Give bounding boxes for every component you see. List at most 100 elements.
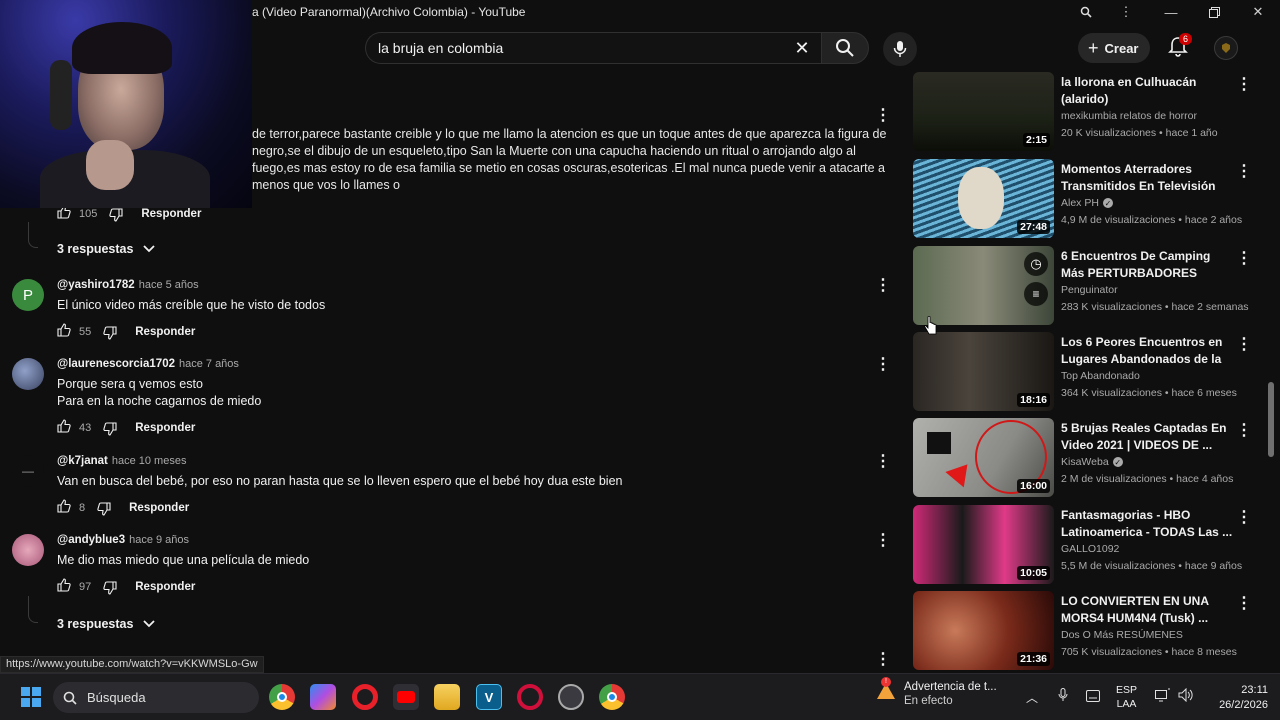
mic-icon[interactable] [1053, 688, 1073, 708]
windows-start-icon[interactable] [18, 684, 44, 710]
video-title[interactable]: 5 Brujas Reales Captadas En Video 2021 |… [1061, 420, 1233, 454]
search-input[interactable] [378, 40, 778, 56]
network-icon[interactable] [1153, 688, 1173, 708]
opera-icon[interactable] [352, 684, 378, 710]
comment-time[interactable]: hace 5 años [139, 279, 199, 291]
settings-icon[interactable] [558, 684, 584, 710]
reply-button[interactable]: Responder [141, 208, 201, 220]
video-channel[interactable]: KisaWeba ✓ [1061, 456, 1123, 468]
comment-menu-icon[interactable]: ⋮ [873, 277, 893, 297]
video-menu-icon[interactable]: ⋮ [1234, 595, 1254, 615]
video-thumbnail[interactable]: 27:48 [913, 159, 1054, 238]
video-menu-icon[interactable]: ⋮ [1234, 76, 1254, 96]
language-indicator[interactable]: ESP LAA [1116, 683, 1137, 711]
reply-button[interactable]: Responder [135, 581, 195, 593]
video-thumbnail[interactable]: 10:05 [913, 505, 1054, 584]
dislike-icon[interactable] [97, 499, 111, 516]
zoom-icon[interactable] [1066, 0, 1106, 24]
files-icon[interactable] [434, 684, 460, 710]
video-thumbnail[interactable]: 2:15 [913, 72, 1054, 151]
clear-icon[interactable]: ✕ [790, 37, 814, 59]
avatar[interactable]: — [12, 455, 44, 487]
search-button[interactable] [821, 32, 869, 64]
reply-button[interactable]: Responder [135, 326, 195, 338]
avatar[interactable]: P [12, 279, 44, 311]
comment-menu-icon[interactable]: ⋮ [873, 453, 893, 473]
account-avatar[interactable] [1214, 36, 1238, 60]
video-menu-icon[interactable]: ⋮ [1234, 422, 1254, 442]
youtube-icon[interactable] [393, 684, 419, 710]
comment-menu-icon[interactable]: ⋮ [873, 107, 893, 127]
video-title[interactable]: la llorona en Culhuacán (alarido) [1061, 74, 1233, 108]
video-menu-icon[interactable]: ⋮ [1234, 336, 1254, 356]
video-channel[interactable]: Penguinator [1061, 284, 1118, 296]
replies-toggle[interactable]: 3 respuestas [57, 617, 156, 631]
comment-time[interactable]: hace 7 años [179, 358, 239, 370]
related-video[interactable]: 18:16 Los 6 Peores Encuentros en Lugares… [912, 332, 1262, 414]
taskbar-clock[interactable]: 23:11 26/2/2026 [1200, 683, 1268, 713]
add-to-queue-icon[interactable]: ≡ [1024, 282, 1048, 306]
copilot-icon[interactable] [310, 684, 336, 710]
chrome-icon[interactable] [269, 684, 295, 710]
comment-author[interactable]: @yashiro1782 [57, 279, 135, 291]
video-thumbnail[interactable]: ◷ ≡ [913, 246, 1054, 325]
video-channel[interactable]: mexikumbia relatos de horror [1061, 110, 1197, 122]
opera-gx-icon[interactable] [517, 684, 543, 710]
related-video[interactable]: 16:00 5 Brujas Reales Captadas En Video … [912, 418, 1262, 500]
chrome-profile-icon[interactable] [599, 684, 625, 710]
reply-button[interactable]: Responder [135, 422, 195, 434]
video-menu-icon[interactable]: ⋮ [1234, 163, 1254, 183]
taskbar-notification[interactable]: ! Advertencia de t... En efecto [876, 677, 997, 707]
chevron-up-icon[interactable]: ︿ [1022, 688, 1042, 708]
video-thumbnail[interactable]: 16:00 [913, 418, 1054, 497]
taskbar-search[interactable]: Búsqueda [53, 682, 259, 713]
comment-menu-icon[interactable]: ⋮ [873, 356, 893, 376]
video-channel[interactable]: Alex PH ✓ [1061, 197, 1113, 209]
like-icon[interactable] [57, 578, 71, 595]
volume-icon[interactable] [1176, 687, 1196, 708]
avatar[interactable] [12, 358, 44, 390]
minimize-icon[interactable]: — [1151, 0, 1191, 24]
close-icon[interactable]: ✕ [1238, 0, 1278, 24]
comment-author[interactable]: @laurenescorcia1702 [57, 358, 175, 370]
like-icon[interactable] [57, 499, 71, 516]
related-video[interactable]: 27:48 Momentos Aterradores Transmitidos … [912, 159, 1262, 241]
comment-menu-icon[interactable]: ⋮ [873, 651, 893, 671]
video-channel[interactable]: GALLO1092 [1061, 543, 1119, 555]
comment-time[interactable]: hace 9 años [129, 534, 189, 546]
related-video[interactable]: 21:36 LO CONVIERTEN EN UNA MORS4 HUM4N4 … [912, 591, 1262, 672]
video-channel[interactable]: Top Abandonado [1061, 370, 1140, 382]
video-title[interactable]: Fantasmagorias - HBO Latinoamerica - TOD… [1061, 507, 1233, 541]
reply-button[interactable]: Responder [129, 502, 189, 514]
video-menu-icon[interactable]: ⋮ [1234, 250, 1254, 270]
scrollbar-thumb[interactable] [1268, 382, 1274, 457]
comment-menu-icon[interactable]: ⋮ [873, 532, 893, 552]
voice-search-button[interactable] [883, 32, 917, 66]
dislike-icon[interactable] [103, 578, 117, 595]
video-title[interactable]: Momentos Aterradores Transmitidos En Tel… [1061, 161, 1233, 195]
like-icon[interactable] [57, 419, 71, 436]
page-scrollbar[interactable] [1266, 72, 1276, 672]
comment-time[interactable]: hace 10 meses [112, 455, 187, 467]
watch-later-icon[interactable]: ◷ [1024, 252, 1048, 276]
video-title[interactable]: LO CONVIERTEN EN UNA MORS4 HUM4N4 (Tusk)… [1061, 593, 1233, 627]
avatar[interactable] [12, 534, 44, 566]
dislike-icon[interactable] [103, 323, 117, 340]
related-video[interactable]: 10:05 Fantasmagorias - HBO Latinoamerica… [912, 505, 1262, 587]
like-icon[interactable] [57, 323, 71, 340]
video-thumbnail[interactable]: 21:36 [913, 591, 1054, 670]
video-menu-icon[interactable]: ⋮ [1234, 509, 1254, 529]
video-channel[interactable]: Dos O Más RESÚMENES [1061, 629, 1183, 641]
create-button[interactable]: + Crear [1078, 33, 1151, 63]
video-title[interactable]: Los 6 Peores Encuentros en Lugares Aband… [1061, 334, 1233, 368]
comment-author[interactable]: @k7janat [57, 455, 108, 467]
replies-toggle[interactable]: 3 respuestas [57, 242, 156, 256]
menu-icon[interactable]: ⋮ [1106, 0, 1146, 24]
keyboard-icon[interactable] [1083, 688, 1103, 708]
related-video[interactable]: ◷ ≡ 6 Encuentros De Camping Más PERTURBA… [912, 246, 1262, 328]
v-app-icon[interactable]: V [476, 684, 502, 710]
restore-icon[interactable] [1194, 0, 1234, 24]
related-video[interactable]: 2:15 la llorona en Culhuacán (alarido) m… [912, 72, 1262, 154]
video-title[interactable]: 6 Encuentros De Camping Más PERTURBADORE… [1061, 248, 1233, 282]
comment-author[interactable]: @andyblue3 [57, 534, 125, 546]
